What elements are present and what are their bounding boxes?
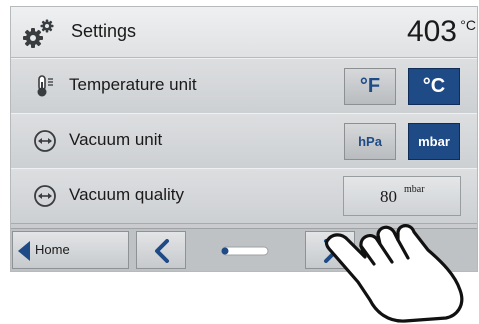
temperature-unit-label: °C xyxy=(460,17,476,33)
thermometer-icon xyxy=(37,75,53,97)
fahrenheit-button-label: °F xyxy=(359,75,381,97)
mbar-button-label: mbar xyxy=(418,134,450,149)
vacuum-quality-unit: mbar xyxy=(404,184,425,195)
mbar-button[interactable]: mbar xyxy=(408,123,460,160)
current-temperature: 403 xyxy=(406,15,457,48)
vacuum-unit-row: Vacuum unit hPa mbar xyxy=(11,113,477,169)
temperature-unit-row: Temperature unit °F °C xyxy=(11,58,477,114)
hpa-button[interactable]: hPa xyxy=(344,123,396,160)
chevron-left-icon xyxy=(155,239,169,263)
fahrenheit-button[interactable]: °F xyxy=(344,68,396,105)
page-indicator xyxy=(221,246,269,256)
vacuum-quality-label: Vacuum quality xyxy=(69,185,184,204)
navigation-bar: Home xyxy=(11,228,477,271)
vacuum-icon xyxy=(34,130,56,152)
chevron-right-icon xyxy=(324,239,338,263)
page-title: Settings xyxy=(71,21,137,41)
temperature-unit-label: Temperature unit xyxy=(69,75,197,94)
next-page-button[interactable] xyxy=(305,231,355,269)
home-arrow-icon xyxy=(18,241,30,261)
home-button-label: Home xyxy=(35,242,70,257)
vacuum-unit-label: Vacuum unit xyxy=(69,130,163,149)
vacuum-quality-value-field[interactable]: 80 mbar xyxy=(343,176,461,216)
settings-gear-icon xyxy=(23,19,54,48)
settings-screen: Settings 403 °C Temperature unit °F °C V… xyxy=(11,7,477,271)
previous-page-button[interactable] xyxy=(136,231,186,269)
vacuum-quality-value: 80 xyxy=(380,187,397,206)
celsius-button[interactable]: °C xyxy=(408,68,460,105)
hpa-button-label: hPa xyxy=(358,134,382,149)
header-bar: Settings 403 °C xyxy=(11,7,477,58)
vacuum-quality-row: Vacuum quality 80 mbar xyxy=(11,168,477,224)
celsius-button-label: °C xyxy=(422,75,446,97)
vacuum-icon xyxy=(34,185,56,207)
home-button[interactable]: Home xyxy=(12,231,129,269)
